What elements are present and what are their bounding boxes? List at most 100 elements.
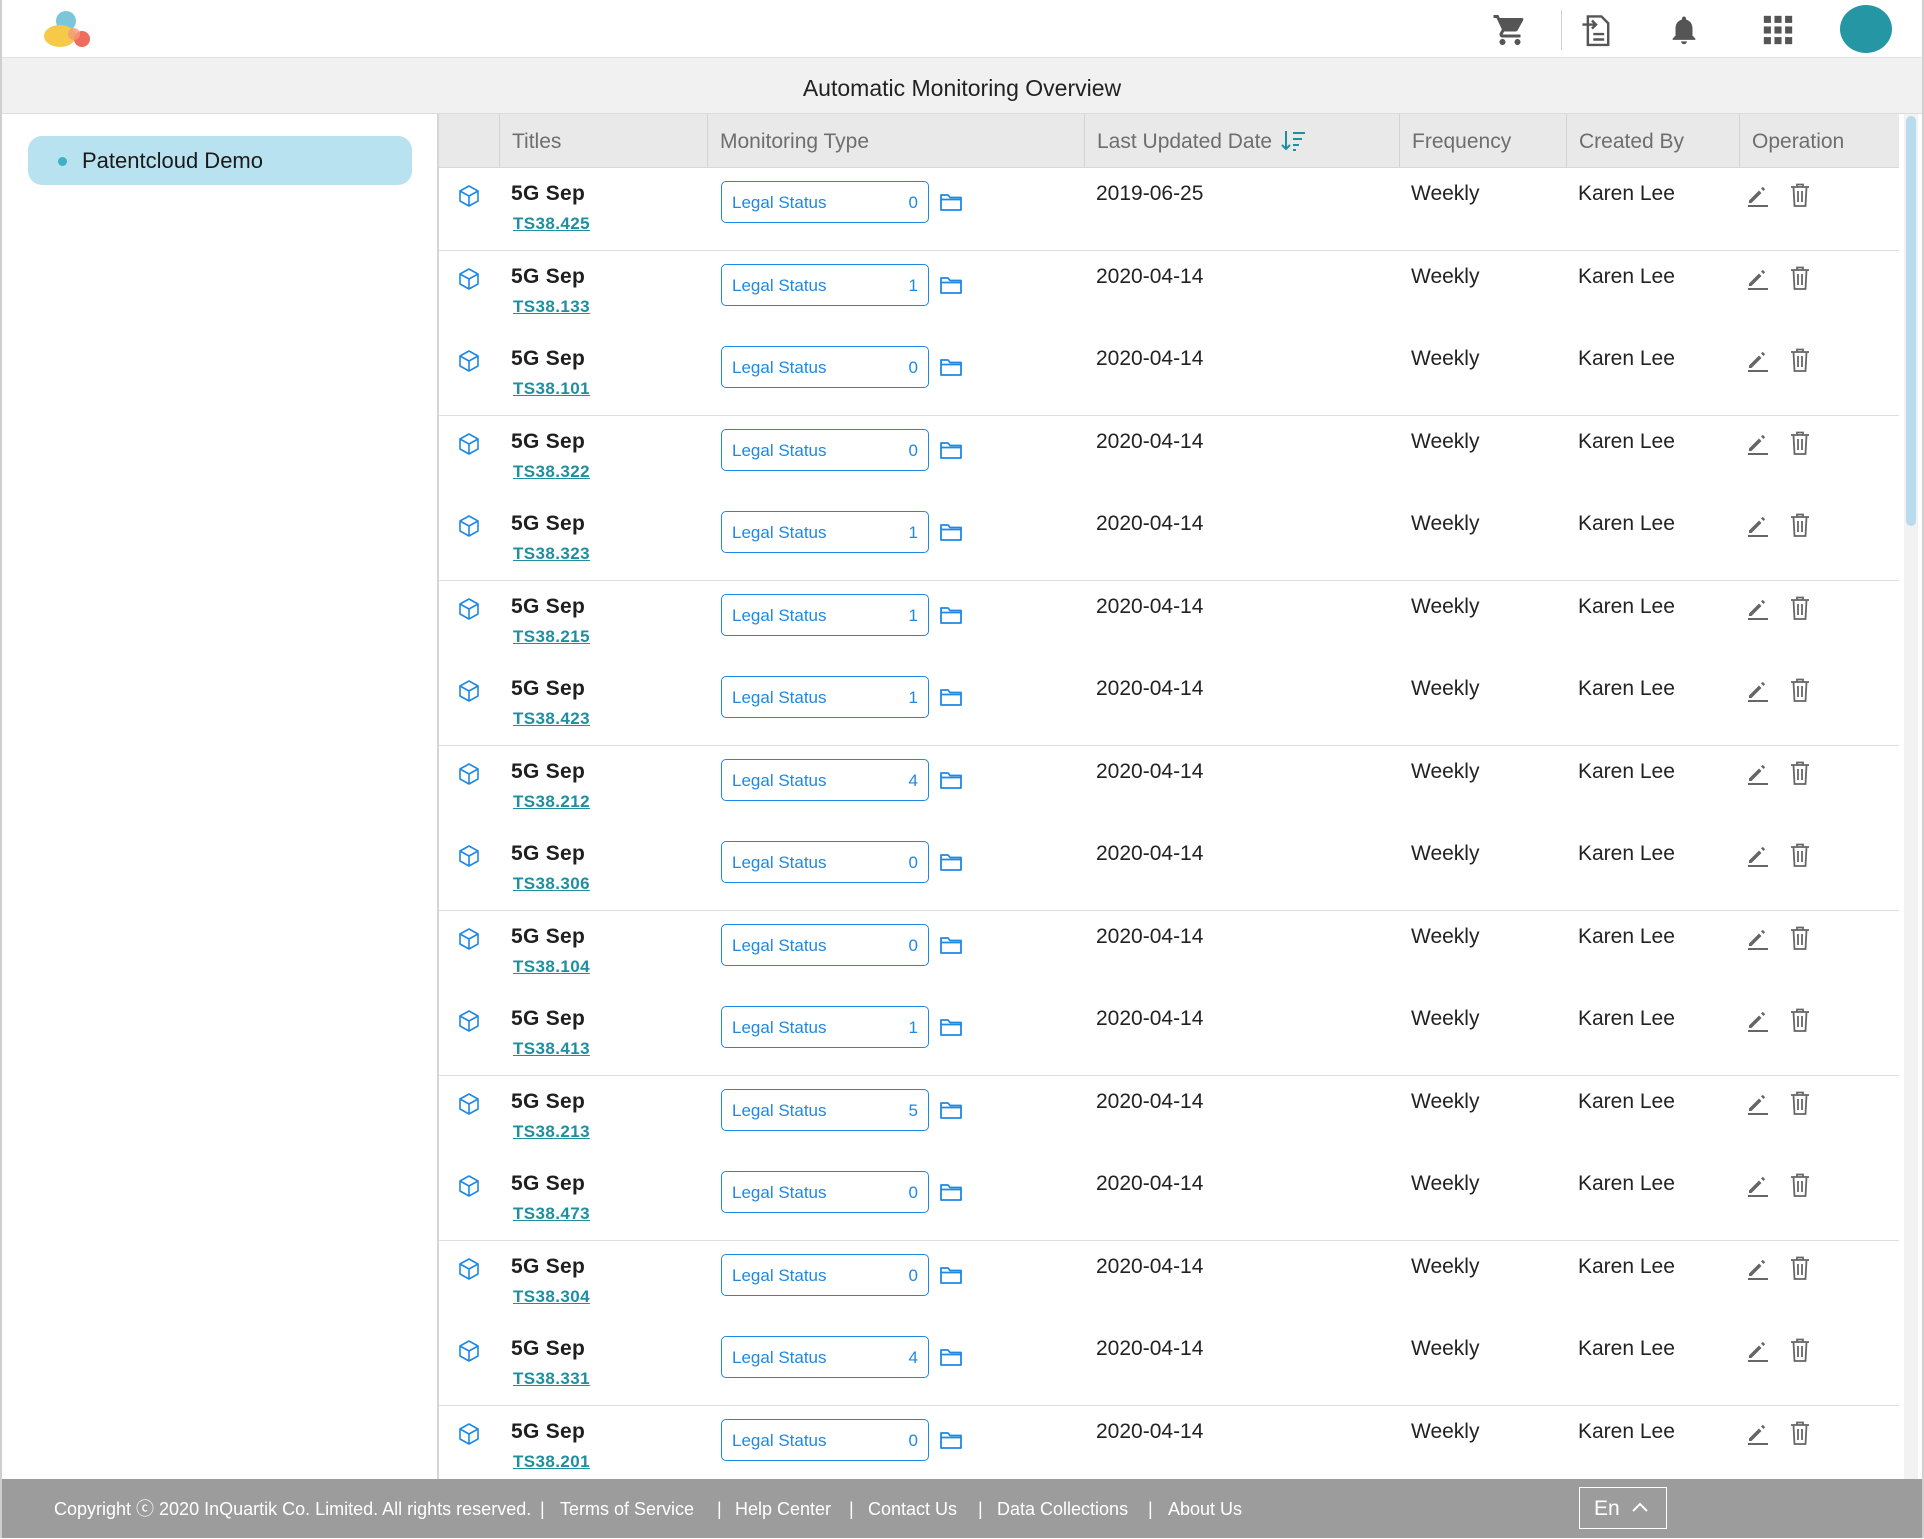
edit-icon[interactable] (1745, 595, 1771, 621)
sidebar-item-patentcloud-demo[interactable]: Patentcloud Demo (28, 136, 412, 185)
scrollbar-thumb[interactable] (1906, 116, 1916, 526)
folder-icon[interactable] (939, 687, 963, 707)
monitoring-type-pill[interactable]: Legal Status 5 (721, 1088, 929, 1131)
folder-icon[interactable] (939, 275, 963, 295)
edit-icon[interactable] (1745, 1255, 1771, 1281)
row-spec-link[interactable]: TS38.423 (513, 709, 590, 729)
trash-icon[interactable] (1789, 512, 1811, 538)
folder-icon[interactable] (939, 522, 963, 542)
trash-icon[interactable] (1789, 347, 1811, 373)
trash-icon[interactable] (1789, 182, 1811, 208)
monitoring-type-pill[interactable]: Legal Status 0 (721, 1171, 929, 1213)
row-spec-link[interactable]: TS38.201 (513, 1452, 590, 1472)
monitoring-type-pill[interactable]: Legal Status 0 (721, 1253, 929, 1296)
edit-icon[interactable] (1745, 677, 1771, 703)
row-spec-link[interactable]: TS38.322 (513, 462, 590, 482)
folder-icon[interactable] (939, 1017, 963, 1037)
folder-icon[interactable] (939, 770, 963, 790)
trash-icon[interactable] (1789, 430, 1811, 456)
table-scrollbar[interactable] (1904, 114, 1918, 1479)
edit-icon[interactable] (1745, 925, 1771, 951)
edit-icon[interactable] (1745, 1007, 1771, 1033)
row-spec-link[interactable]: TS38.306 (513, 874, 590, 894)
trash-icon[interactable] (1789, 1337, 1811, 1363)
trash-icon[interactable] (1789, 1172, 1811, 1198)
header-frequency[interactable]: Frequency (1399, 114, 1566, 167)
edit-icon[interactable] (1745, 430, 1771, 456)
cart-icon[interactable] (1490, 10, 1530, 50)
edit-icon[interactable] (1745, 1090, 1771, 1116)
trash-icon[interactable] (1789, 677, 1811, 703)
monitoring-type-pill[interactable]: Legal Status 1 (721, 511, 929, 553)
folder-icon[interactable] (939, 605, 963, 625)
header-last-updated[interactable]: Last Updated Date (1084, 114, 1399, 167)
monitoring-type-pill[interactable]: Legal Status 1 (721, 1006, 929, 1048)
row-spec-link[interactable]: TS38.331 (513, 1369, 590, 1389)
monitoring-type-pill[interactable]: Legal Status 1 (721, 263, 929, 306)
folder-icon[interactable] (939, 1430, 963, 1450)
terms-of-service-link[interactable]: Terms of Service (560, 1479, 694, 1539)
edit-icon[interactable] (1745, 1337, 1771, 1363)
trash-icon[interactable] (1789, 1255, 1811, 1281)
folder-icon[interactable] (939, 440, 963, 460)
logo[interactable] (38, 6, 98, 52)
contact-us-link[interactable]: Contact Us (868, 1479, 957, 1539)
monitoring-type-pill[interactable]: Legal Status 0 (721, 346, 929, 388)
monitoring-type-pill[interactable]: Legal Status 0 (721, 923, 929, 966)
edit-icon[interactable] (1745, 347, 1771, 373)
folder-icon[interactable] (939, 1182, 963, 1202)
monitoring-type-pill[interactable]: Legal Status 1 (721, 593, 929, 636)
folder-icon[interactable] (939, 1347, 963, 1367)
edit-icon[interactable] (1745, 512, 1771, 538)
monitoring-type-pill[interactable]: Legal Status 0 (721, 841, 929, 883)
monitoring-type-pill[interactable]: Legal Status 0 (721, 181, 929, 223)
edit-icon[interactable] (1745, 265, 1771, 291)
row-spec-link[interactable]: TS38.101 (513, 379, 590, 399)
language-selector[interactable]: En (1579, 1487, 1667, 1529)
sort-desc-icon[interactable] (1281, 129, 1307, 153)
trash-icon[interactable] (1789, 1007, 1811, 1033)
row-spec-link[interactable]: TS38.473 (513, 1204, 590, 1224)
apps-grid-icon[interactable] (1758, 10, 1798, 50)
trash-icon[interactable] (1789, 925, 1811, 951)
row-spec-link[interactable]: TS38.304 (513, 1287, 590, 1307)
help-center-link[interactable]: Help Center (735, 1479, 831, 1539)
trash-icon[interactable] (1789, 1420, 1811, 1446)
trash-icon[interactable] (1789, 595, 1811, 621)
folder-icon[interactable] (939, 935, 963, 955)
row-spec-link[interactable]: TS38.212 (513, 792, 590, 812)
monitoring-type-pill[interactable]: Legal Status 0 (721, 1418, 929, 1461)
monitoring-type-pill[interactable]: Legal Status 4 (721, 758, 929, 801)
trash-icon[interactable] (1789, 842, 1811, 868)
avatar[interactable] (1840, 5, 1892, 53)
folder-icon[interactable] (939, 192, 963, 212)
trash-icon[interactable] (1789, 1090, 1811, 1116)
edit-icon[interactable] (1745, 1172, 1771, 1198)
monitoring-type-pill[interactable]: Legal Status 4 (721, 1336, 929, 1378)
export-icon[interactable] (1576, 10, 1616, 50)
header-monitoring-type[interactable]: Monitoring Type (707, 114, 1084, 167)
monitoring-type-pill[interactable]: Legal Status 1 (721, 676, 929, 718)
trash-icon[interactable] (1789, 760, 1811, 786)
edit-icon[interactable] (1745, 842, 1771, 868)
row-spec-link[interactable]: TS38.413 (513, 1039, 590, 1059)
edit-icon[interactable] (1745, 1420, 1771, 1446)
row-spec-link[interactable]: TS38.104 (513, 957, 590, 977)
header-titles[interactable]: Titles (499, 114, 707, 167)
trash-icon[interactable] (1789, 265, 1811, 291)
row-spec-link[interactable]: TS38.133 (513, 297, 590, 317)
header-created-by[interactable]: Created By (1566, 114, 1739, 167)
about-us-link[interactable]: About Us (1168, 1479, 1242, 1539)
bell-icon[interactable] (1664, 10, 1704, 50)
folder-icon[interactable] (939, 1100, 963, 1120)
row-spec-link[interactable]: TS38.323 (513, 544, 590, 564)
folder-icon[interactable] (939, 852, 963, 872)
edit-icon[interactable] (1745, 182, 1771, 208)
folder-icon[interactable] (939, 357, 963, 377)
row-spec-link[interactable]: TS38.425 (513, 214, 590, 234)
monitoring-type-pill[interactable]: Legal Status 0 (721, 428, 929, 471)
folder-icon[interactable] (939, 1265, 963, 1285)
edit-icon[interactable] (1745, 760, 1771, 786)
row-spec-link[interactable]: TS38.215 (513, 627, 590, 647)
data-collections-link[interactable]: Data Collections (997, 1479, 1128, 1539)
